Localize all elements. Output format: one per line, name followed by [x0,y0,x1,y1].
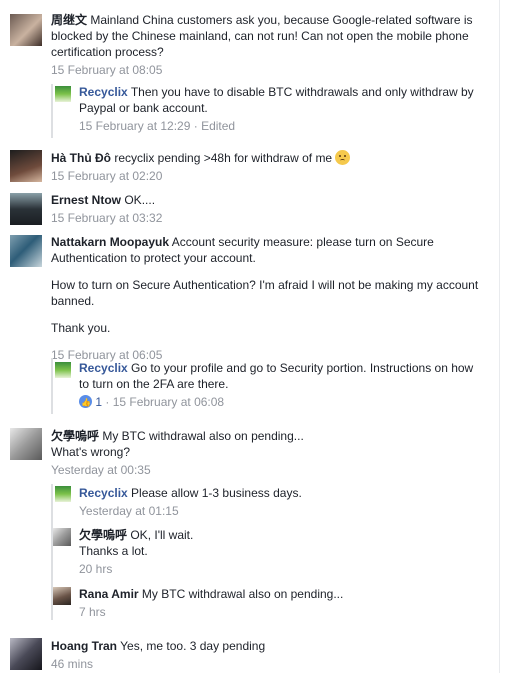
avatar[interactable] [10,235,42,267]
comment-text: recyclix pending >48h for withdraw of me [111,151,336,165]
comment-author[interactable]: 欠學嗚呼 [51,429,99,443]
reply-text: Thanks a lot. [79,544,148,558]
comment: Ernest Ntow OK.... 15 February at 03:32 [51,192,481,226]
comment-author[interactable]: Hà Thủ Đô [51,151,111,165]
reply-author[interactable]: 欠學嗚呼 [79,528,127,542]
reply-timestamp[interactable]: Yesterday at 01:15 [79,503,479,519]
recyclix-avatar[interactable] [55,486,71,502]
comment-text: How to turn on Secure Authentication? I'… [51,278,479,308]
scrollbar-track[interactable] [499,0,500,673]
reply-timestamp[interactable]: 15 February at 12:29 · Edited [79,118,479,134]
comment-text: OK.... [121,193,156,207]
reply-author[interactable]: Recyclix [79,85,128,99]
avatar[interactable] [10,193,42,225]
recyclix-avatar[interactable] [55,362,71,378]
reply: Recyclix Go to your profile and go to Se… [79,360,479,411]
reply-text: OK, I'll wait. [127,528,194,542]
avatar[interactable] [53,587,71,605]
comment: 欠學嗚呼 My BTC withdrawal also on pending..… [51,428,481,478]
comment-text: Mainland China customers ask you, becaus… [51,13,473,59]
reply-author[interactable]: Rana Amir [79,587,139,601]
reply: 欠學嗚呼 OK, I'll wait. Thanks a lot. 20 hrs [79,527,479,577]
comment: Hà Thủ Đô recyclix pending >48h for with… [51,150,481,184]
avatar[interactable] [10,428,42,460]
reply-text: My BTC withdrawal also on pending... [138,587,344,601]
reply-timestamp[interactable]: 20 hrs [79,561,479,577]
comment-text: What's wrong? [51,445,130,459]
thread-line [51,84,53,138]
avatar[interactable] [53,528,71,546]
comment-timestamp[interactable]: Yesterday at 00:35 [51,462,481,478]
comment-timestamp[interactable]: 15 February at 08:05 [51,62,481,78]
reply-timestamp[interactable]: 7 hrs [79,604,479,620]
comment-timestamp[interactable]: 15 February at 03:32 [51,210,481,226]
reply-timestamp[interactable]: · 15 February at 06:08 [102,395,224,409]
comment-text: Yes, me too. 3 day pending [117,639,266,653]
comment-author[interactable]: Hoang Tran [51,639,117,653]
comment: 周继文 Mainland China customers ask you, be… [51,12,481,78]
thread-line [51,358,53,414]
reply-author[interactable]: Recyclix [79,361,128,375]
avatar[interactable] [10,638,42,670]
comment-author[interactable]: Ernest Ntow [51,193,121,207]
comment: Nattakarn Moopayuk Account security meas… [51,234,491,363]
like-icon[interactable] [79,395,92,411]
reply-text: Please allow 1-3 business days. [127,486,302,500]
comment-timestamp[interactable]: 15 February at 02:20 [51,168,481,184]
reply-text: Then you have to disable BTC withdrawals… [79,85,474,115]
worried-face-emoji [335,150,351,165]
comment-author[interactable]: Nattakarn Moopayuk [51,235,169,249]
comment-author[interactable]: 周继文 [51,13,87,27]
avatar[interactable] [10,14,42,46]
recyclix-avatar[interactable] [55,86,71,102]
comment-timestamp[interactable]: 46 mins [51,656,481,672]
reply: Recyclix Then you have to disable BTC wi… [79,84,479,134]
comment-text: Thank you. [51,321,111,335]
reply: Recyclix Please allow 1-3 business days.… [79,485,479,519]
avatar[interactable] [10,150,42,182]
reply-text: Go to your profile and go to Security po… [79,361,474,391]
reply-author[interactable]: Recyclix [79,486,128,500]
comment: Hoang Tran Yes, me too. 3 day pending 46… [51,638,481,672]
reply: Rana Amir My BTC withdrawal also on pend… [79,586,479,620]
comment-text: My BTC withdrawal also on pending... [99,429,304,443]
